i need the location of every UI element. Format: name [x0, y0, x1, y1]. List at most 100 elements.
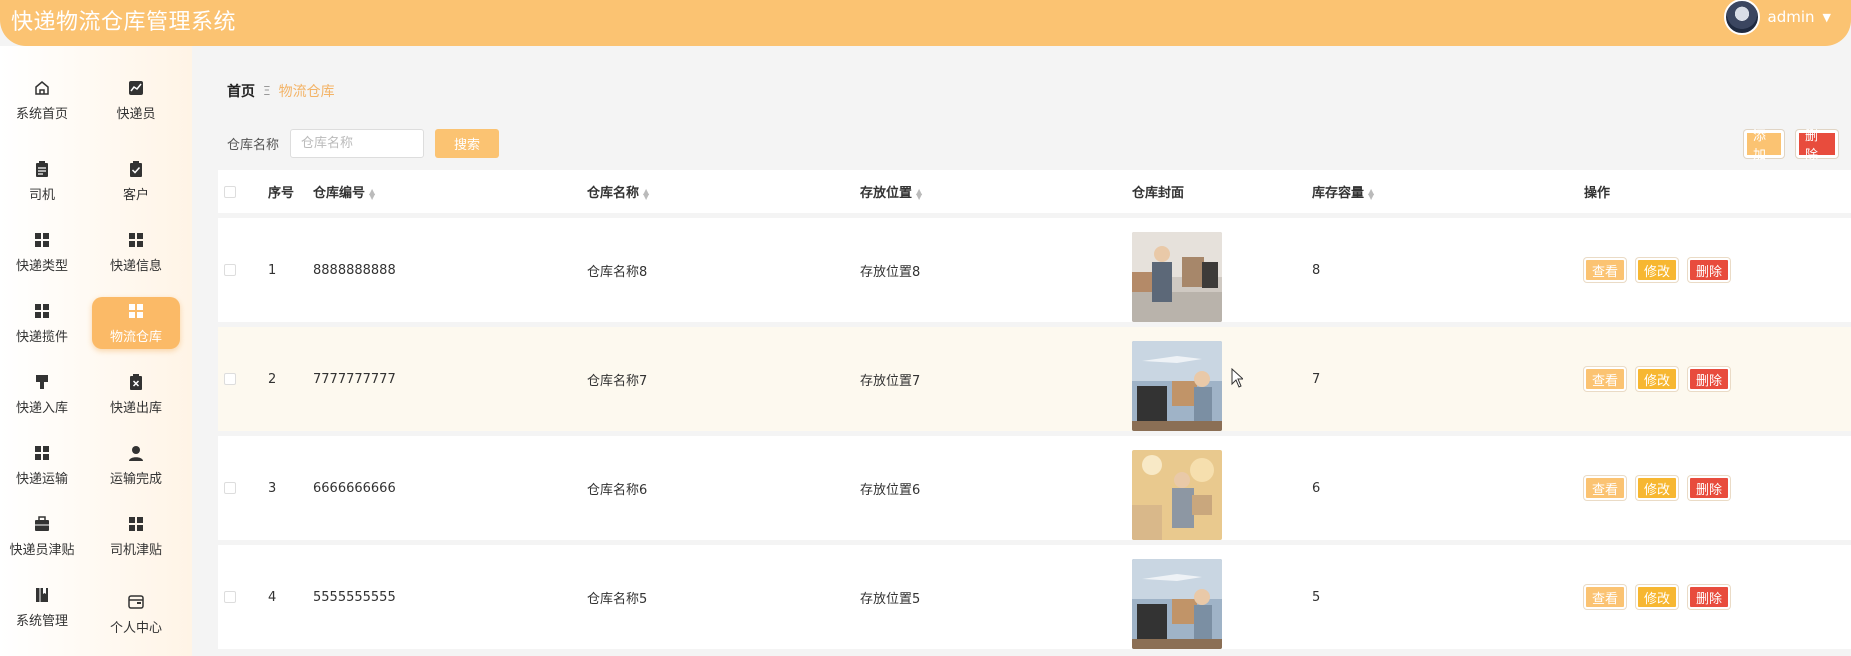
sidebar-item-label: 系统管理	[15, 613, 68, 629]
cell-name: 仓库名称6	[587, 482, 648, 498]
sidebar-item-label: 快递出库	[109, 400, 162, 416]
select-all-checkbox[interactable]	[224, 186, 236, 198]
sidebar: 系统首页 快递员 司机 客户 快递类型 快递信息 快递揽件 物流仓库 快递入库 …	[0, 46, 192, 656]
warehouse-cover-image[interactable]	[1132, 450, 1222, 540]
warehouse-table: 序号 仓库编号 ▲ ▼ 仓库名称 ▲ ▼ 存放位置 ▲ ▼ 仓库封面 库存容量 ▲ ▼ 操作 1…	[218, 170, 1851, 649]
sidebar-item-home[interactable]: 系统首页	[0, 72, 84, 128]
table-header: 序号 仓库编号 ▲ ▼ 仓库名称 ▲ ▼ 存放位置 ▲ ▼ 仓库封面 库存容量 ▲ ▼ 操作	[218, 170, 1851, 213]
sidebar-item-driver[interactable]: 司机	[0, 153, 84, 209]
breadcrumb-separator: Ξ	[263, 84, 271, 98]
sidebar-item-outbound[interactable]: 快递出库	[94, 366, 178, 422]
warehouse-cover-image[interactable]	[1132, 559, 1222, 649]
table-row: 3 6666666666 仓库名称6 存放位置6 6 查看 修改 删除	[218, 436, 1851, 540]
cell-index: 3	[268, 480, 277, 496]
sort-icon[interactable]: ▲ ▼	[1368, 187, 1374, 200]
edit-button[interactable]: 修改	[1636, 367, 1679, 391]
sort-icon[interactable]: ▲ ▼	[916, 187, 922, 200]
header-actions: 操作	[1584, 186, 1611, 201]
cell-index: 2	[268, 371, 277, 387]
add-button[interactable]: 添加	[1744, 129, 1784, 163]
row-checkbox[interactable]	[224, 591, 236, 603]
row-delete-button[interactable]: 删除	[1688, 367, 1731, 391]
user-menu[interactable]: admin ▼	[1723, 0, 1831, 35]
edit-button[interactable]: 修改	[1636, 585, 1679, 609]
sidebar-item-profile[interactable]: 个人中心	[94, 586, 178, 642]
header-code[interactable]: 仓库编号 ▲ ▼	[313, 182, 375, 201]
book-icon	[33, 586, 51, 604]
cell-code: 5555555555	[313, 589, 396, 605]
view-button[interactable]: 查看	[1584, 476, 1627, 500]
cell-location: 存放位置5	[860, 591, 921, 607]
sidebar-item-courier-allowance[interactable]: 快递员津贴	[0, 508, 84, 564]
sort-icon[interactable]: ▲ ▼	[643, 187, 649, 200]
edit-button[interactable]: 修改	[1636, 258, 1679, 282]
header-location[interactable]: 存放位置 ▲ ▼	[860, 182, 922, 201]
delete-button[interactable]: 删除	[1796, 129, 1838, 163]
row-checkbox[interactable]	[224, 264, 236, 276]
header-capacity-label: 库存容量	[1312, 186, 1365, 201]
row-checkbox[interactable]	[224, 482, 236, 494]
cell-capacity: 6	[1312, 480, 1321, 496]
brush-icon	[33, 373, 51, 391]
view-button[interactable]: 查看	[1584, 258, 1627, 282]
sidebar-item-customer[interactable]: 客户	[94, 153, 178, 209]
sidebar-item-driver-allowance[interactable]: 司机津贴	[94, 508, 178, 564]
cell-name: 仓库名称8	[587, 264, 648, 280]
row-delete-button[interactable]: 删除	[1688, 258, 1731, 282]
sidebar-item-label: 物流仓库	[109, 329, 162, 345]
sidebar-item-label: 快递类型	[15, 258, 68, 274]
view-button[interactable]: 查看	[1584, 585, 1627, 609]
sidebar-item-pickup[interactable]: 快递揽件	[0, 295, 84, 351]
search-input[interactable]	[290, 129, 424, 158]
search-button[interactable]: 搜索	[435, 129, 499, 158]
sidebar-item-express-type[interactable]: 快递类型	[0, 224, 84, 280]
row-checkbox[interactable]	[224, 373, 236, 385]
sidebar-item-label: 司机津贴	[109, 542, 162, 558]
row-actions: 查看 修改 删除	[1584, 585, 1740, 609]
header-name[interactable]: 仓库名称 ▲ ▼	[587, 182, 649, 201]
chart-icon	[127, 79, 145, 97]
cell-location: 存放位置6	[860, 482, 921, 498]
cell-code: 6666666666	[313, 480, 396, 496]
sidebar-item-courier[interactable]: 快递员	[94, 72, 178, 128]
chevron-down-icon[interactable]: ▼	[1823, 11, 1831, 24]
table-row: 1 8888888888 仓库名称8 存放位置8 8 查看 修改 删除	[218, 218, 1851, 322]
cell-index: 4	[268, 589, 277, 605]
sidebar-item-transport-done[interactable]: 运输完成	[94, 437, 178, 493]
sidebar-item-system[interactable]: 系统管理	[0, 579, 84, 635]
mouse-cursor-icon	[1231, 368, 1243, 388]
sort-icon[interactable]: ▲ ▼	[369, 187, 375, 200]
briefcase-icon	[33, 515, 51, 533]
grid-icon	[127, 231, 145, 249]
cell-capacity: 8	[1312, 262, 1321, 278]
sidebar-item-warehouse[interactable]: 物流仓库	[92, 297, 180, 349]
sidebar-item-label: 快递运输	[15, 471, 68, 487]
edit-button[interactable]: 修改	[1636, 476, 1679, 500]
top-bar: 快递物流仓库管理系统 admin ▼	[0, 0, 1851, 46]
grid-icon	[33, 302, 51, 320]
row-delete-button[interactable]: 删除	[1688, 585, 1731, 609]
breadcrumb-home[interactable]: 首页	[227, 81, 255, 101]
header-capacity[interactable]: 库存容量 ▲ ▼	[1312, 182, 1374, 201]
sidebar-item-express-info[interactable]: 快递信息	[94, 224, 178, 280]
sidebar-item-label: 快递员	[116, 106, 156, 122]
grid-icon	[33, 444, 51, 462]
wallet-icon	[127, 593, 145, 611]
grid-icon	[33, 231, 51, 249]
cell-name: 仓库名称7	[587, 373, 648, 389]
username[interactable]: admin	[1768, 8, 1815, 26]
sidebar-item-label: 快递员津贴	[9, 542, 75, 558]
sidebar-item-label: 个人中心	[109, 620, 162, 636]
avatar[interactable]	[1723, 0, 1760, 35]
sidebar-item-transport[interactable]: 快递运输	[0, 437, 84, 493]
user-icon	[127, 444, 145, 462]
table-row: 4 5555555555 仓库名称5 存放位置5 5 查看 修改 删除	[218, 545, 1851, 649]
view-button[interactable]: 查看	[1584, 367, 1627, 391]
row-delete-button[interactable]: 删除	[1688, 476, 1731, 500]
sidebar-item-inbound[interactable]: 快递入库	[0, 366, 84, 422]
warehouse-cover-image[interactable]	[1132, 341, 1222, 431]
cell-capacity: 5	[1312, 589, 1321, 605]
warehouse-cover-image[interactable]	[1132, 232, 1222, 322]
header-code-label: 仓库编号	[313, 186, 366, 201]
sidebar-item-label: 客户	[122, 187, 149, 203]
